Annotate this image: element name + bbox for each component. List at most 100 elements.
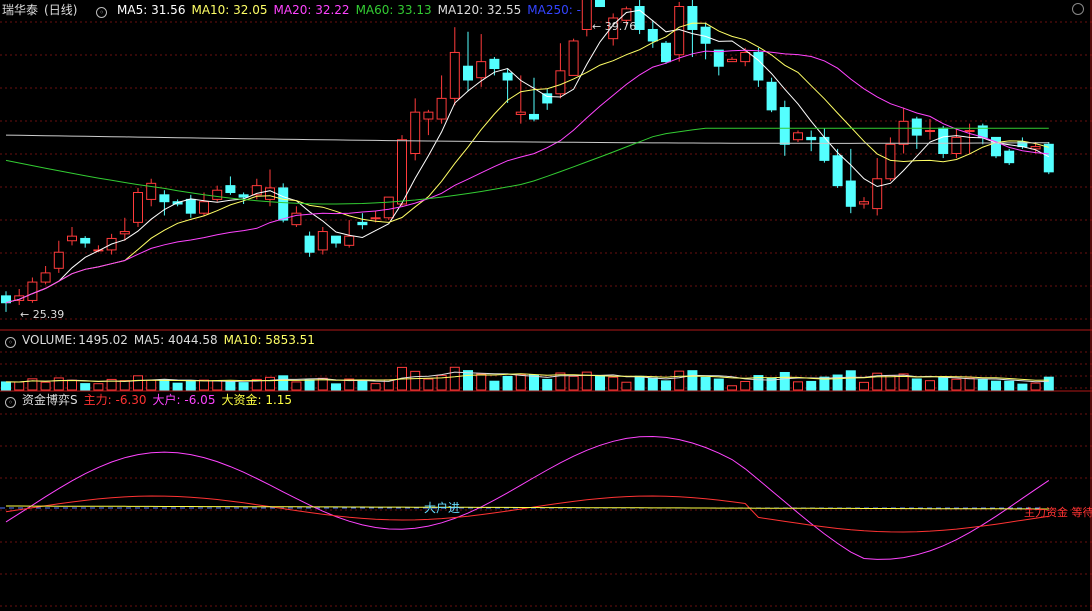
volume-bar	[621, 381, 632, 391]
volume-bar	[212, 380, 223, 391]
candle-down	[542, 93, 553, 104]
candle-up	[740, 51, 751, 63]
candle-down	[331, 235, 341, 244]
candle-up	[925, 130, 935, 133]
volume-bar	[502, 375, 513, 391]
candle-up	[317, 231, 328, 251]
candle-up	[344, 235, 355, 246]
candle-up	[397, 139, 407, 205]
volume-bar	[1043, 376, 1054, 391]
volume-bar	[911, 378, 922, 391]
candle-up	[859, 201, 869, 205]
candle-up	[265, 187, 275, 200]
candle-up	[885, 143, 896, 180]
candle-up	[410, 111, 421, 154]
candle-down	[304, 235, 315, 253]
volume-bar	[80, 383, 91, 391]
volume-bar	[700, 376, 711, 391]
volume-bar	[265, 376, 275, 391]
candle-up	[119, 231, 130, 235]
candle-up	[793, 132, 803, 141]
candle-up	[27, 281, 38, 301]
candle-down	[1004, 150, 1015, 164]
volume-bar	[14, 381, 25, 391]
volume-bar	[806, 380, 817, 391]
candle-down	[529, 113, 539, 120]
candle-down	[832, 155, 843, 187]
candle-down	[991, 136, 1001, 157]
volume-bar	[938, 376, 949, 391]
settings-icon[interactable]	[1072, 3, 1084, 15]
candle-up	[40, 272, 51, 283]
legend-item: MA5: 31.56	[117, 3, 186, 17]
panel-toggle-icon[interactable]: ◦	[5, 397, 16, 408]
volume-bar	[595, 375, 605, 391]
volume-bar	[159, 379, 170, 391]
volume-bar	[449, 366, 460, 391]
candle-down	[911, 118, 922, 136]
legend-item: 大户: -6.05	[152, 393, 216, 407]
volume-bar	[410, 370, 421, 391]
candle-down	[753, 51, 764, 81]
candle-up	[555, 70, 566, 95]
volume-bar	[489, 380, 500, 391]
volume-bar	[608, 376, 619, 391]
volume-bar	[278, 375, 289, 391]
candle-down	[647, 28, 658, 42]
legend-item: MA10: 32.05	[191, 3, 268, 17]
candle-down	[159, 194, 170, 203]
legend-item: 大资金: 1.15	[221, 393, 293, 407]
candle-up	[568, 40, 579, 76]
candle-down	[845, 180, 856, 207]
volume-bar	[674, 370, 685, 391]
candle-down	[357, 221, 368, 226]
volume-bars	[1, 366, 1054, 391]
legend-item: MA120: 32.55	[437, 3, 522, 17]
dahu-line	[5, 435, 1050, 560]
volume-bar	[199, 379, 209, 391]
panel-toggle-icon[interactable]: ◦	[96, 7, 108, 18]
indicator-right-text: 主力资金 等待 大户 等	[1024, 505, 1092, 519]
candle-down	[278, 187, 289, 221]
candle-up	[199, 201, 209, 214]
volume-bar	[53, 377, 64, 391]
candle-down	[238, 194, 249, 198]
legend-item: MA5: 4044.58	[133, 333, 218, 347]
candle-down	[687, 6, 698, 30]
volume-bar	[885, 374, 896, 391]
candle-up	[727, 58, 737, 63]
dahu-in-annotation: 大户进	[424, 500, 460, 515]
legend-item: 1495.02	[78, 333, 128, 347]
panel-toggle-icon[interactable]: ◦	[5, 337, 16, 348]
candle-up	[964, 130, 975, 133]
volume-bar	[951, 378, 962, 391]
volume-bar	[185, 380, 196, 391]
volume-bar	[740, 380, 751, 391]
candle-down	[779, 107, 790, 145]
candle-series	[1, 0, 1054, 312]
indicator-panel-header: ◦ 资金博弈S 主力: -6.30 大户: -6.05 大资金: 1.15	[2, 392, 304, 408]
high-price-label: ← 39.76	[592, 20, 636, 33]
ma-legend: MA5: 31.56 MA10: 32.05 MA20: 32.22 MA60: 33…	[117, 3, 587, 17]
volume-bar	[727, 385, 737, 391]
chart-canvas: ← 39.76 ← 25.39 大户进 主力资金 等待 大户 等	[0, 0, 1092, 611]
volume-bar	[172, 382, 183, 391]
volume-bar	[542, 378, 553, 391]
candle-up	[436, 97, 447, 120]
volume-bar	[779, 371, 790, 391]
candle-up	[951, 136, 962, 154]
volume-bar	[1030, 382, 1041, 391]
indicator-lines	[0, 435, 1050, 560]
candle-up	[370, 217, 381, 220]
volume-bar	[40, 381, 51, 391]
candle-down	[977, 125, 988, 138]
candle-up	[53, 251, 64, 269]
volume-bar	[476, 373, 487, 391]
candle-up	[872, 178, 883, 210]
legend-item: MA60: 33.13	[355, 3, 432, 17]
volume-bar	[661, 380, 671, 391]
candle-up	[515, 111, 526, 115]
volume-bar	[463, 370, 473, 391]
zhuli-line	[5, 495, 1049, 533]
volume-bar	[370, 383, 381, 391]
